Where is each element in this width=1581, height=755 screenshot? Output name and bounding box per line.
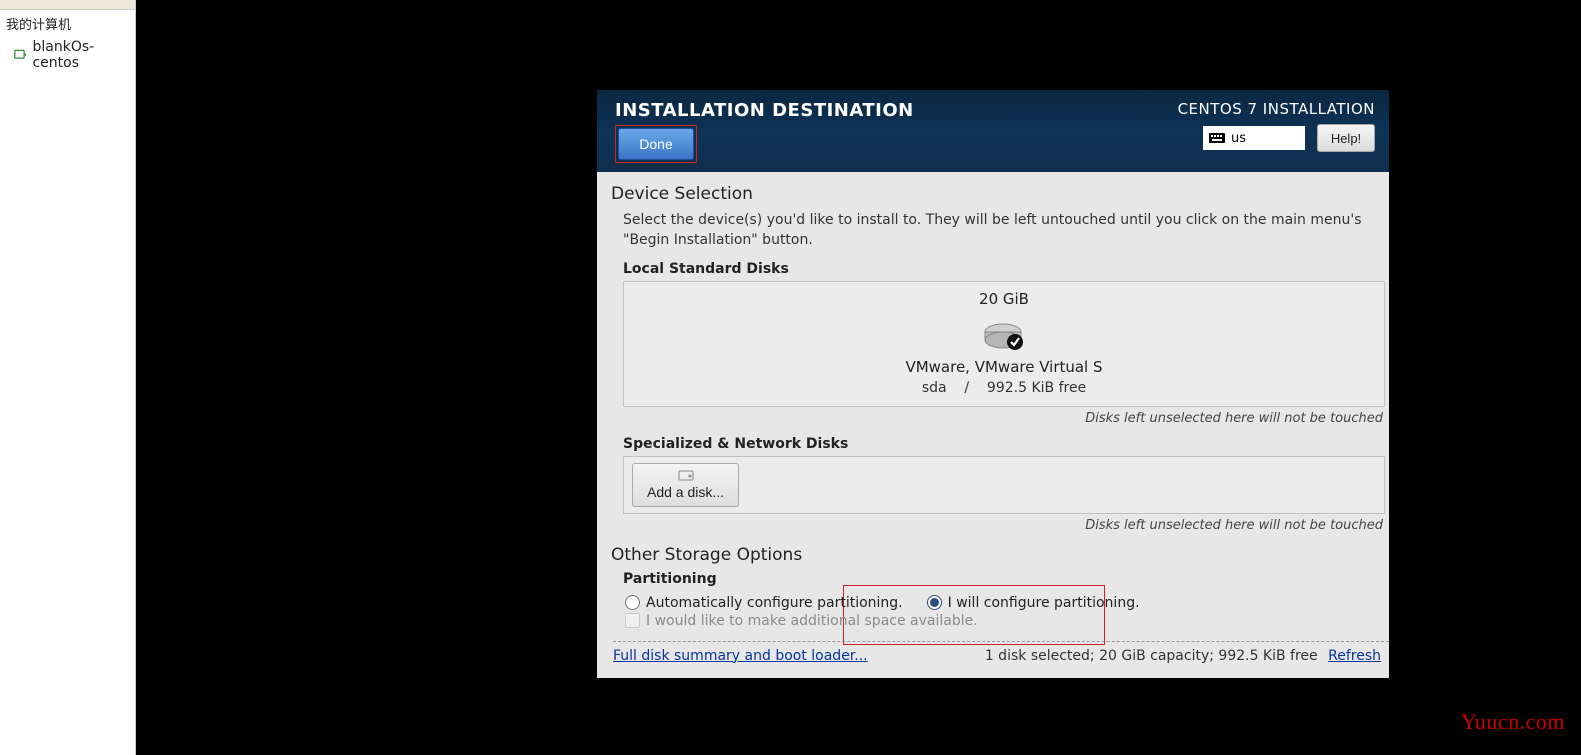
summary-link[interactable]: Full disk summary and boot loader... bbox=[613, 648, 868, 664]
specialized-disks-hint: Disks left unselected here will not be t… bbox=[605, 518, 1389, 533]
local-disks-hint: Disks left unselected here will not be t… bbox=[605, 411, 1389, 426]
disk-size: 20 GiB bbox=[979, 290, 1029, 308]
done-highlight: Done bbox=[615, 125, 697, 163]
radio-auto-input[interactable] bbox=[625, 595, 640, 610]
radio-auto-label: Automatically configure partitioning. bbox=[646, 595, 903, 611]
refresh-link[interactable]: Refresh bbox=[1328, 648, 1381, 664]
checkbox-additional-input bbox=[625, 613, 640, 628]
add-disk-label: Add a disk... bbox=[647, 484, 724, 500]
footer-status-text: 1 disk selected; 20 GiB capacity; 992.5 … bbox=[985, 648, 1318, 664]
vm-icon bbox=[14, 48, 26, 62]
sidebar-title: 我的计算机 bbox=[0, 10, 135, 35]
watermark: Yuucn.com bbox=[1461, 709, 1565, 735]
disk-free: 992.5 KiB free bbox=[987, 380, 1086, 396]
keyboard-layout-label: us bbox=[1231, 131, 1246, 146]
specialized-disks-heading: Specialized & Network Disks bbox=[605, 436, 1389, 452]
hard-disk-icon bbox=[981, 316, 1027, 350]
radio-auto-partition[interactable]: Automatically configure partitioning. bbox=[625, 595, 903, 611]
section-other-storage-title: Other Storage Options bbox=[605, 545, 1389, 565]
checkbox-additional-label: I would like to make additional space av… bbox=[646, 613, 978, 629]
vm-sidebar: 我的计算机 blankOs-centos bbox=[0, 0, 136, 755]
local-disks-heading: Local Standard Disks bbox=[605, 261, 1389, 277]
partitioning-heading: Partitioning bbox=[605, 571, 1389, 587]
section-device-selection-title: Device Selection bbox=[605, 184, 1389, 204]
keyboard-icon bbox=[1209, 131, 1225, 145]
help-button[interactable]: Help! bbox=[1317, 124, 1375, 152]
add-disk-icon bbox=[678, 468, 694, 482]
radio-manual-partition[interactable]: I will configure partitioning. bbox=[927, 595, 1140, 611]
local-disk-panel[interactable]: 20 GiB VMware, VMware Virtual S sda / 99… bbox=[623, 281, 1385, 407]
disk-name: VMware, VMware Virtual S bbox=[905, 358, 1102, 376]
installer-body: Device Selection Select the device(s) yo… bbox=[597, 172, 1389, 678]
done-button[interactable]: Done bbox=[618, 128, 694, 160]
section-device-selection-desc: Select the device(s) you'd like to insta… bbox=[605, 210, 1389, 261]
add-disk-button[interactable]: Add a disk... bbox=[632, 463, 739, 507]
keyboard-layout-indicator[interactable]: us bbox=[1203, 126, 1305, 150]
disk-detail: sda / 992.5 KiB free bbox=[922, 380, 1086, 396]
sidebar-item-vm[interactable]: blankOs-centos bbox=[0, 35, 135, 75]
product-title: CENTOS 7 INSTALLATION bbox=[1178, 100, 1375, 118]
disk-sep: / bbox=[964, 380, 969, 396]
disk-device: sda bbox=[922, 380, 947, 396]
checkbox-additional-space: I would like to make additional space av… bbox=[625, 613, 978, 629]
installer-header: INSTALLATION DESTINATION Done CENTOS 7 I… bbox=[597, 90, 1389, 172]
page-title: INSTALLATION DESTINATION bbox=[615, 100, 914, 121]
sidebar-toolbar bbox=[0, 0, 135, 10]
radio-manual-label: I will configure partitioning. bbox=[948, 595, 1140, 611]
footer-bar: Full disk summary and boot loader... 1 d… bbox=[605, 642, 1389, 672]
sidebar-item-label: blankOs-centos bbox=[32, 39, 129, 71]
radio-manual-input[interactable] bbox=[927, 595, 942, 610]
footer-status: 1 disk selected; 20 GiB capacity; 992.5 … bbox=[985, 648, 1381, 664]
installer-window: INSTALLATION DESTINATION Done CENTOS 7 I… bbox=[597, 90, 1389, 678]
specialized-disk-panel: Add a disk... bbox=[623, 456, 1385, 514]
